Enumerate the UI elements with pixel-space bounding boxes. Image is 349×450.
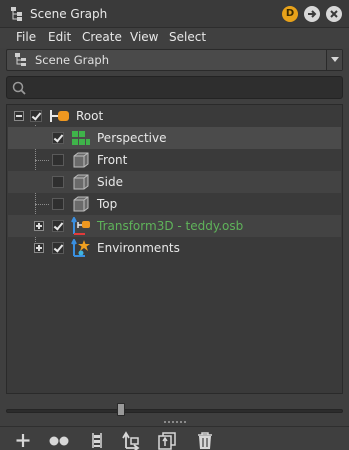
delete-icon[interactable] [194, 430, 216, 450]
tree-row-transform3d[interactable]: Transform3D - teddy.osb [8, 215, 341, 237]
visibility-checkbox[interactable] [30, 110, 42, 122]
visibility-checkbox[interactable] [52, 198, 64, 210]
view-selector-dropdown[interactable]: Scene Graph [6, 49, 343, 71]
search-icon [12, 81, 26, 95]
root-node-icon [50, 110, 69, 122]
chevron-down-icon[interactable] [326, 50, 342, 70]
node-label: Side [97, 175, 123, 189]
duplicate-icon[interactable] [156, 430, 178, 450]
add-icon[interactable] [12, 430, 34, 450]
menu-bar: File Edit Create View Select [0, 28, 349, 48]
window-title: Scene Graph [30, 7, 108, 21]
cube-icon [73, 152, 89, 168]
cube-icon [73, 174, 89, 190]
node-label: Top [97, 197, 118, 211]
node-label: Front [97, 153, 128, 167]
expand-toggle[interactable] [34, 221, 44, 231]
scene-graph-icon [11, 7, 22, 21]
dock-badge-button[interactable]: D [282, 6, 298, 22]
tree-row-environments[interactable]: Environments [8, 237, 341, 259]
close-icon[interactable] [326, 6, 342, 22]
tree-row-side[interactable]: Side [8, 171, 341, 193]
group-icon[interactable] [86, 430, 108, 450]
tree-row-perspective[interactable]: Perspective [8, 127, 341, 149]
expand-toggle[interactable] [34, 243, 44, 253]
zoom-slider-track[interactable] [6, 409, 343, 413]
transform-icon [71, 217, 90, 235]
search-input[interactable] [31, 79, 331, 96]
tree-row-root[interactable]: Root [8, 105, 341, 127]
search-box[interactable] [6, 76, 343, 99]
visibility-checkbox[interactable] [52, 132, 64, 144]
node-label: Root [76, 109, 104, 123]
menu-file[interactable]: File [16, 30, 36, 44]
menu-select[interactable]: Select [169, 30, 206, 44]
menu-view[interactable]: View [130, 30, 158, 44]
visibility-checkbox[interactable] [52, 242, 64, 254]
environment-icon [71, 239, 90, 257]
visibility-checkbox[interactable] [52, 176, 64, 188]
menu-edit[interactable]: Edit [48, 30, 71, 44]
cube-icon [73, 196, 89, 212]
bottom-toolbar [0, 426, 349, 450]
resize-grip[interactable] [164, 421, 186, 425]
tree-row-top[interactable]: Top [8, 193, 341, 215]
link-nodes-icon[interactable] [48, 430, 70, 450]
scene-tree: Root Perspective Front Side Top Transfor… [6, 104, 343, 394]
node-label: Environments [97, 241, 180, 255]
collapse-toggle[interactable] [14, 111, 24, 121]
tree-row-front[interactable]: Front [8, 149, 341, 171]
zoom-slider-handle[interactable] [116, 403, 125, 416]
menu-create[interactable]: Create [82, 30, 122, 44]
title-bar: Scene Graph D [0, 0, 349, 28]
forward-arrow-icon[interactable] [304, 6, 320, 22]
camera-group-icon [72, 131, 90, 145]
visibility-checkbox[interactable] [52, 220, 64, 232]
scene-graph-icon [15, 53, 26, 66]
reparent-icon[interactable] [120, 430, 142, 450]
visibility-checkbox[interactable] [52, 154, 64, 166]
node-label: Transform3D - teddy.osb [97, 219, 244, 233]
view-selector-value: Scene Graph [35, 53, 109, 67]
node-label: Perspective [97, 131, 167, 145]
